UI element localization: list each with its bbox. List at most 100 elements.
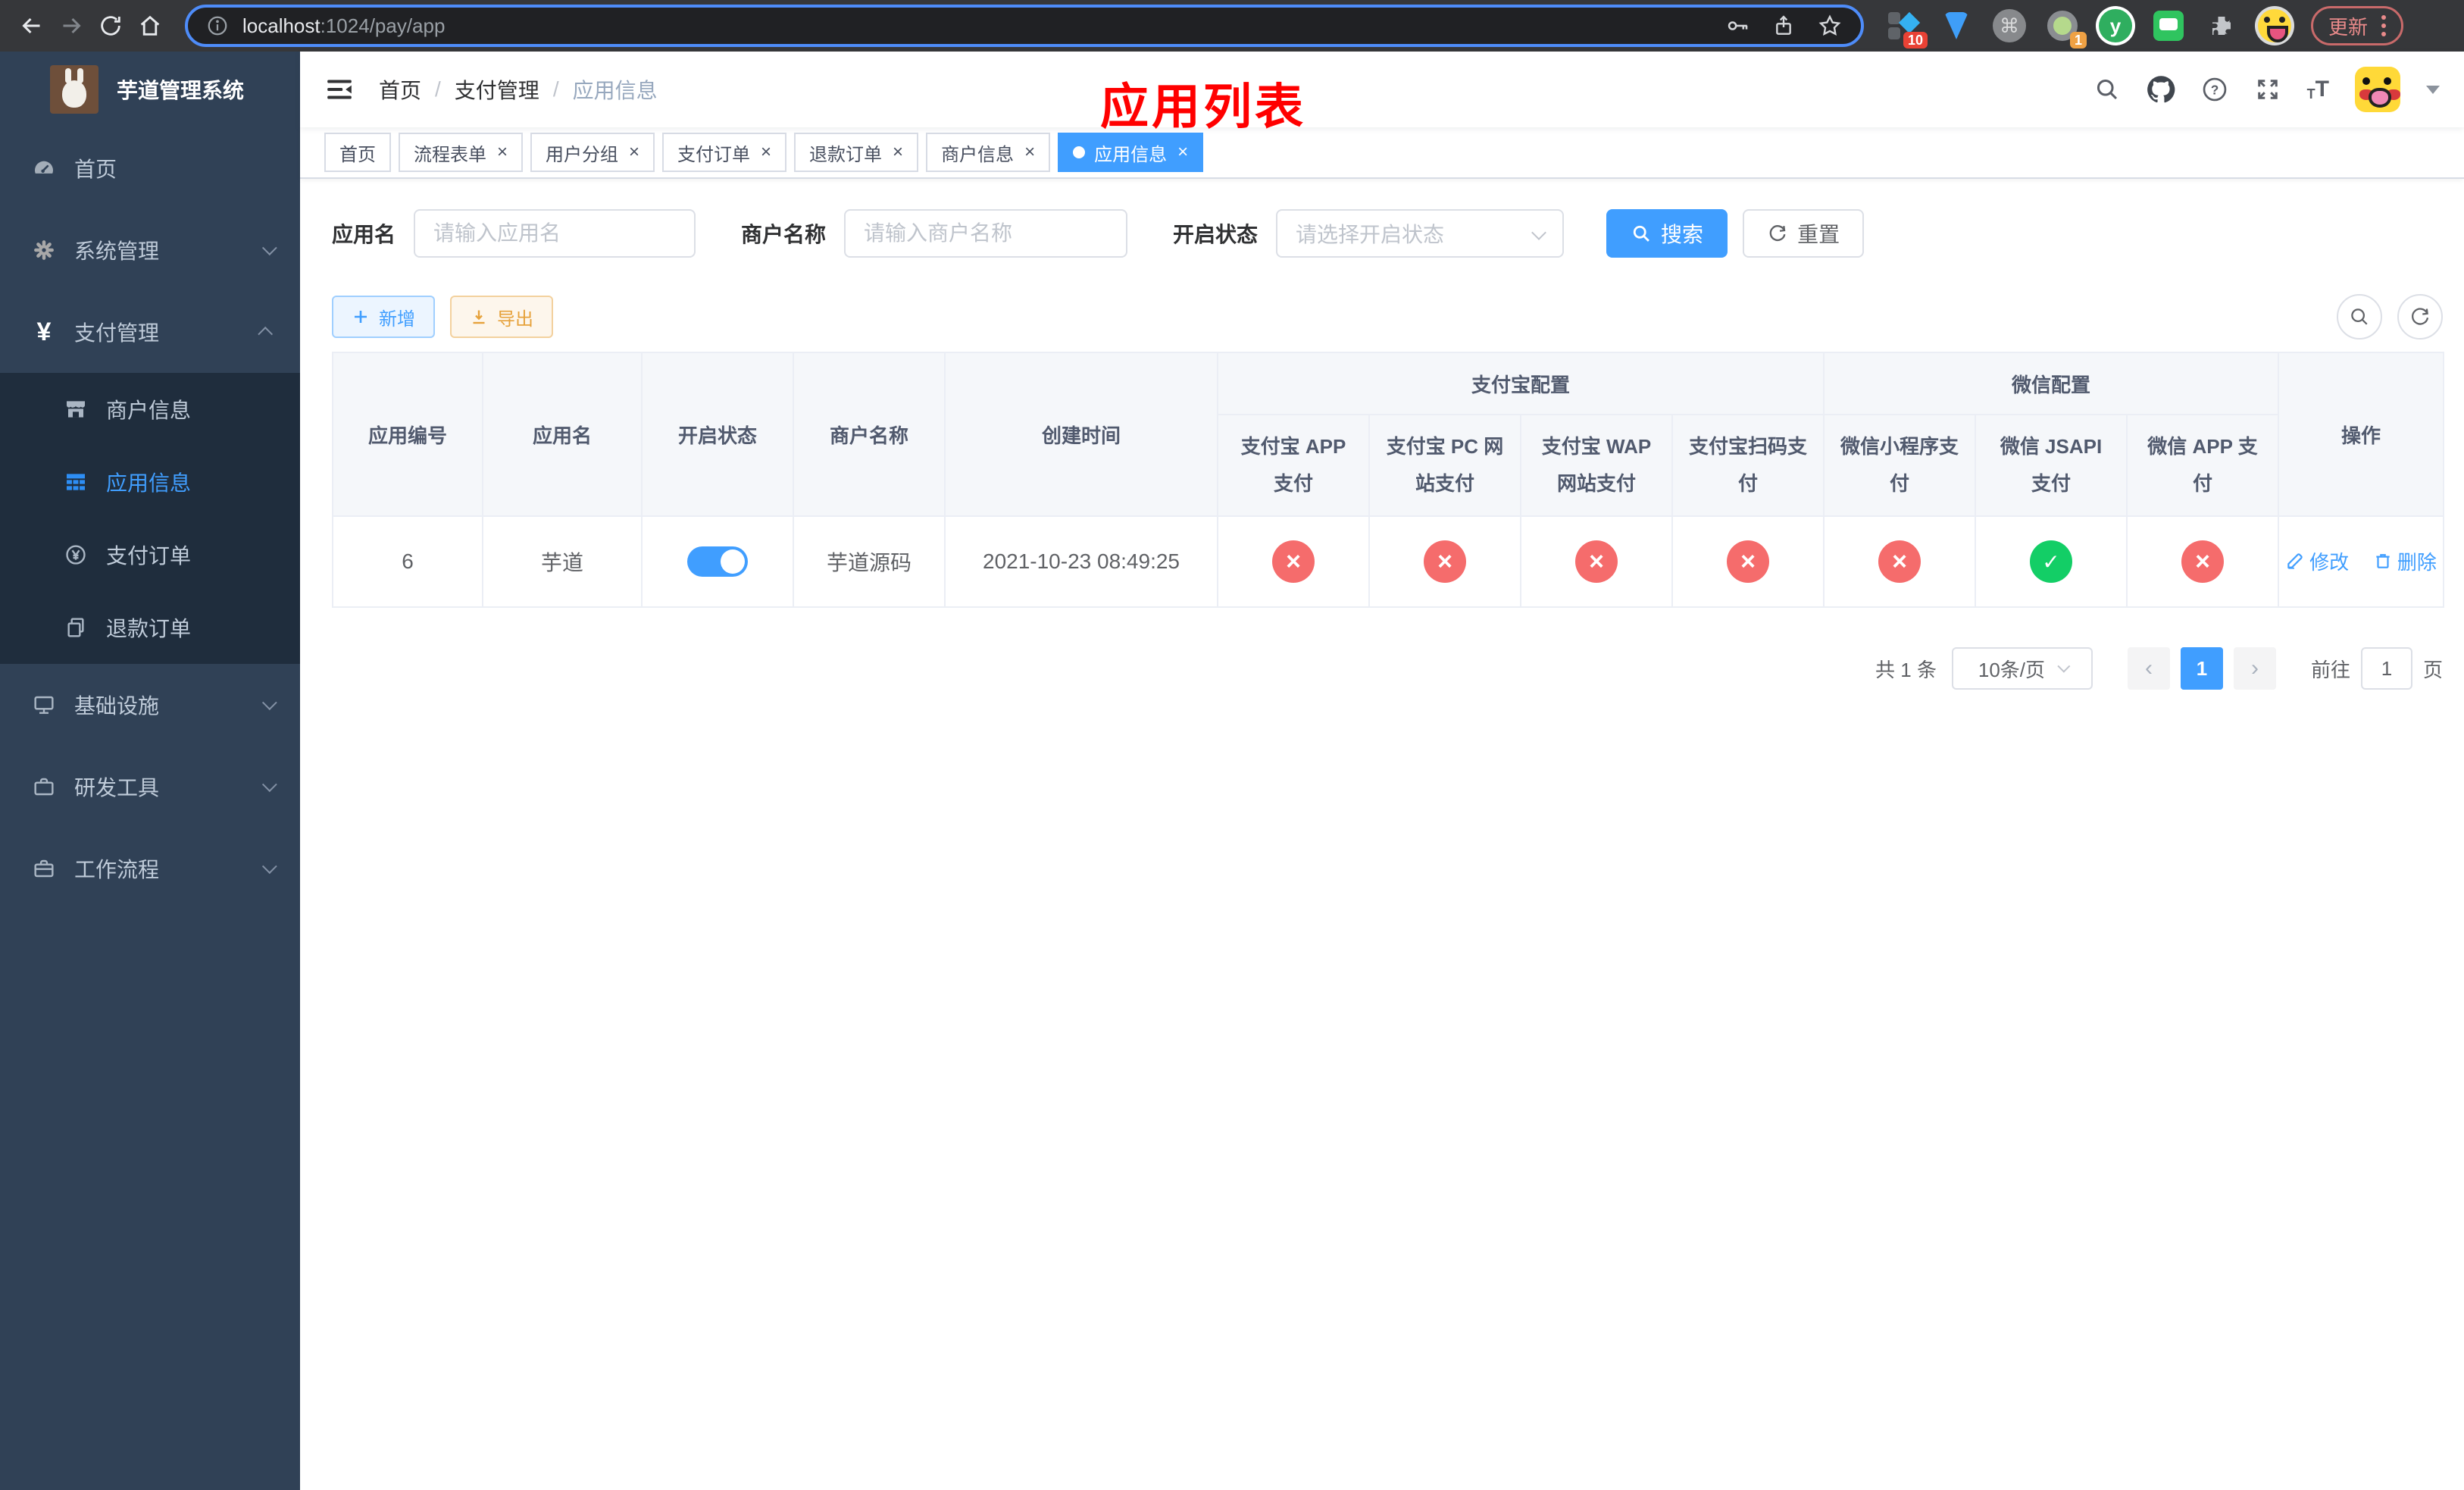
download-icon (473, 310, 485, 324)
github-icon[interactable] (2147, 75, 2175, 104)
col-header-merchant: 商户名称 (793, 352, 946, 517)
toolbox-icon (32, 775, 56, 799)
sidebar-item-label: 工作流程 (74, 858, 160, 881)
col-header-app-name: 应用名 (482, 352, 643, 517)
sidebar-item-merchant-info[interactable]: 商户信息 (0, 373, 300, 446)
edit-link[interactable]: 修改 (2285, 547, 2349, 575)
forward-icon (63, 17, 81, 34)
tag-label: 首页 (339, 144, 376, 165)
password-key-icon[interactable] (1724, 13, 1750, 39)
delete-link[interactable]: 删除 (2373, 547, 2437, 575)
next-page-button[interactable]: › (2233, 647, 2276, 690)
breadcrumb-payment[interactable]: 支付管理 (455, 74, 539, 105)
merchant-name-label: 商户名称 (741, 223, 827, 246)
sidebar-item-pay-orders[interactable]: 支付订单 (0, 518, 300, 591)
tag-user-group[interactable]: 用户分组 × (530, 133, 655, 172)
browser-reload-button[interactable] (91, 6, 130, 45)
shop-icon (64, 397, 88, 421)
sidebar-item-system[interactable]: 系统管理 (0, 209, 300, 291)
search-button[interactable]: 搜索 (1606, 209, 1728, 258)
tag-label: 应用信息 (1094, 144, 1168, 165)
sidebar-item-dev-tools[interactable]: 研发工具 (0, 746, 300, 828)
yen-circle-icon (64, 543, 88, 567)
sidebar-item-payment[interactable]: ¥ 支付管理 (0, 291, 300, 373)
tag-close-icon[interactable]: × (1024, 143, 1035, 161)
site-info-icon[interactable] (206, 14, 229, 37)
address-bar[interactable]: localhost:1024/pay/app (185, 5, 1864, 47)
breadcrumb: 首页 / 支付管理 / 应用信息 (379, 74, 658, 105)
browser-forward-button[interactable] (52, 6, 91, 45)
hamburger-collapse-icon[interactable] (324, 74, 355, 105)
tag-merchant-info[interactable]: 商户信息 × (926, 133, 1051, 172)
fullscreen-icon[interactable] (2254, 76, 2281, 103)
extensions-puzzle-icon[interactable] (2203, 8, 2240, 44)
wechat-app-status-icon (2181, 540, 2225, 583)
tag-close-icon[interactable]: × (893, 143, 903, 161)
extension-grid-diamond-icon[interactable]: 10 (1885, 8, 1928, 49)
extension-vue-devtools-icon[interactable]: y (2097, 8, 2134, 44)
search-icon (2351, 308, 2368, 325)
browser-update-chip[interactable]: 更新 (2311, 6, 2404, 45)
page-size-value: 10条/页 (1978, 658, 2046, 681)
status-label: 开启状态 (1173, 223, 1259, 246)
sidebar-item-app-info[interactable]: 应用信息 (0, 446, 300, 518)
app-name-input[interactable] (414, 209, 696, 258)
export-button-label: 导出 (497, 308, 533, 330)
extension-ring-icon[interactable]: 1 (2044, 8, 2087, 49)
tag-close-icon[interactable]: × (629, 143, 639, 161)
tag-close-icon[interactable]: × (497, 143, 508, 161)
breadcrumb-home[interactable]: 首页 (379, 74, 421, 105)
wechat-mini-status-icon (1878, 540, 1921, 583)
sidebar-item-label: 基础设施 (74, 694, 160, 718)
extension-chat-icon[interactable] (2150, 8, 2187, 44)
merchant-name-input[interactable] (844, 209, 1128, 258)
tag-home[interactable]: 首页 (324, 133, 391, 172)
sidebar-item-label: 支付订单 (106, 544, 192, 568)
prev-page-button[interactable]: ‹ (2127, 647, 2170, 690)
toggle-search-button[interactable] (2337, 294, 2382, 340)
breadcrumb-separator: / (552, 77, 559, 101)
tag-app-info-active[interactable]: 应用信息 × (1058, 133, 1204, 172)
yen-icon: ¥ (36, 318, 52, 346)
tag-close-icon[interactable]: × (1177, 143, 1188, 161)
page-number-active[interactable]: 1 (2180, 647, 2223, 690)
sidebar-item-refund-orders[interactable]: 退款订单 (0, 591, 300, 664)
browser-home-button[interactable] (130, 6, 170, 45)
document-copy-icon (64, 615, 88, 640)
goto-label: 前往 (2310, 658, 2350, 681)
avatar-caret-icon[interactable] (2426, 85, 2440, 94)
sidebar-item-label: 系统管理 (74, 239, 160, 263)
add-button[interactable]: 新增 (332, 296, 435, 338)
export-button[interactable]: 导出 (450, 296, 553, 338)
browser-back-button[interactable] (12, 6, 52, 45)
browser-menu-kebab-icon[interactable] (2381, 15, 2387, 36)
extension-command-icon[interactable]: ⌘ (1991, 8, 2028, 44)
status-select[interactable]: 请选择开启状态 (1276, 209, 1565, 258)
search-icon[interactable] (2093, 76, 2121, 103)
profile-emoji-icon[interactable] (2256, 8, 2293, 44)
cell-created: 2021-10-23 08:49:25 (944, 515, 1218, 608)
sub-header-wechat-jsapi: 微信 JSAPI 支付 (1975, 414, 2128, 517)
help-icon[interactable]: ? (2201, 76, 2228, 103)
sidebar-item-home[interactable]: 首页 (0, 127, 300, 209)
group-header-alipay: 支付宝配置 (1216, 352, 1825, 415)
avatar[interactable] (2355, 67, 2400, 112)
sidebar-logo[interactable]: 芋道管理系统 (0, 52, 300, 127)
extension-kite-icon[interactable] (1938, 8, 1975, 44)
tag-pay-orders[interactable]: 支付订单 × (662, 133, 787, 172)
font-size-icon[interactable]: TT (2307, 78, 2329, 102)
col-header-created: 创建时间 (944, 352, 1218, 517)
tag-close-icon[interactable]: × (761, 143, 771, 161)
status-toggle[interactable] (687, 546, 748, 577)
share-icon[interactable] (1771, 14, 1796, 38)
bookmark-star-icon[interactable] (1817, 13, 1843, 39)
table-grid-icon (64, 470, 88, 494)
sidebar-item-workflow[interactable]: 工作流程 (0, 828, 300, 909)
tag-process-form[interactable]: 流程表单 × (399, 133, 524, 172)
page-size-select[interactable]: 10条/页 (1951, 647, 2093, 690)
sidebar-item-infrastructure[interactable]: 基础设施 (0, 664, 300, 746)
goto-page-input[interactable] (2360, 647, 2412, 690)
refresh-table-button[interactable] (2397, 294, 2443, 340)
reset-button[interactable]: 重置 (1743, 209, 1865, 258)
tag-refund-orders[interactable]: 退款订单 × (794, 133, 919, 172)
